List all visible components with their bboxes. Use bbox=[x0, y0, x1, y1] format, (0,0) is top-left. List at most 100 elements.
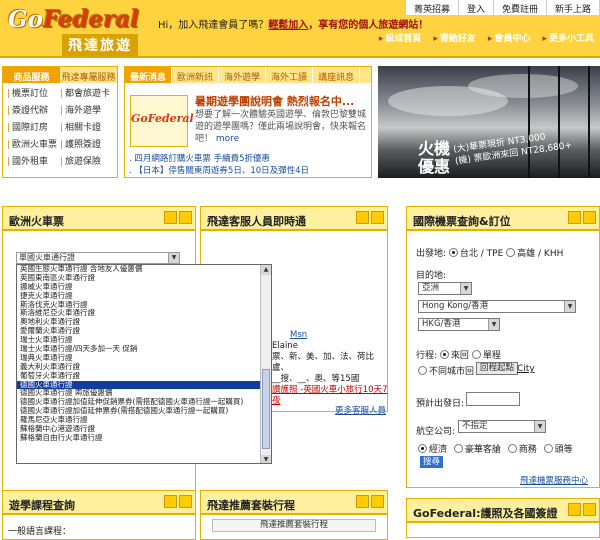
cabin-opt: 經濟 bbox=[429, 445, 448, 455]
panel-square-icon bbox=[164, 211, 177, 224]
panel-title: 飛達推薦套裝行程 bbox=[207, 499, 295, 512]
news-headline[interactable]: 暑期遊學團說明會 熱烈報名中... bbox=[195, 93, 354, 109]
departure-date-input[interactable] bbox=[466, 392, 520, 406]
service-item[interactable]: 海外遊學 bbox=[60, 103, 113, 116]
radio-taipei[interactable] bbox=[448, 248, 458, 257]
service-item[interactable]: 國外租車 bbox=[7, 154, 60, 167]
visa-panel: GoFederal:護照及各國簽證 bbox=[406, 498, 600, 538]
panel-square-icon bbox=[356, 211, 369, 224]
logo[interactable]: GoFederal 飛達旅遊 bbox=[6, 6, 154, 56]
service-item[interactable]: 簽證代辦 bbox=[7, 103, 60, 116]
service-item[interactable]: 旅遊保險 bbox=[60, 154, 113, 167]
subnav-share[interactable]: 寄給好友 bbox=[427, 30, 482, 44]
join-link[interactable]: 輕鬆加入 bbox=[268, 20, 308, 31]
tab-europe-news[interactable]: 歐洲新訊 bbox=[172, 67, 220, 83]
tab-work-abroad[interactable]: 海外工讀 bbox=[266, 67, 314, 83]
search-button[interactable]: 搜尋 bbox=[420, 456, 444, 468]
logo-wordmark: GoFederal bbox=[8, 6, 140, 33]
cs-coverage: 票、新、美、加、法、荷比盧、 bbox=[272, 352, 375, 373]
airport-value: HKG/香港 bbox=[422, 319, 461, 329]
chevron-down-icon: ▼ bbox=[534, 421, 545, 432]
trip-opt: 單程 bbox=[482, 351, 501, 361]
top-link-register[interactable]: 免費註冊 bbox=[494, 0, 547, 15]
radio-premium[interactable] bbox=[453, 444, 463, 453]
subnav-tools[interactable]: 更多小工具 bbox=[536, 30, 600, 44]
airline-select[interactable]: 不指定 ▼ bbox=[458, 420, 546, 433]
trip-label: 行程: bbox=[416, 351, 438, 361]
package-select[interactable]: 飛達推薦套裝行程 bbox=[212, 519, 376, 532]
promo-banner[interactable]: 火機 優惠 (大)華票現折 NT3,000 (機) 票歐洲來回 NT28,680+ bbox=[378, 66, 600, 178]
radio-roundtrip[interactable] bbox=[439, 350, 449, 359]
multi-label: 不同城市回 bbox=[429, 367, 475, 377]
msn-link[interactable]: Msn bbox=[272, 330, 388, 341]
chevron-down-icon: ▼ bbox=[564, 301, 575, 312]
tab-products[interactable]: 商品服務 bbox=[3, 67, 60, 83]
region-value: 亞洲 bbox=[422, 283, 440, 293]
depart-opt: 台北 / TPE bbox=[459, 249, 504, 259]
scrollbar-thumb[interactable] bbox=[262, 369, 270, 449]
news-item[interactable]: . 四月網路訂購火車票 手續費5折優惠 bbox=[129, 153, 369, 165]
dropdown-option[interactable]: 蘇格蘭自由行火車通行證 bbox=[17, 433, 271, 443]
tab-study-abroad[interactable]: 海外遊學 bbox=[219, 67, 267, 83]
service-item[interactable]: 歐洲火車票 bbox=[7, 137, 60, 150]
airline-label: 航空公司: bbox=[416, 427, 456, 437]
welcome-text: Hi，加入飛達會員了嗎？輕鬆加入，享有您的個人旅遊網站！ bbox=[158, 16, 428, 31]
city-link[interactable]: City bbox=[517, 364, 535, 374]
radio-business[interactable] bbox=[507, 444, 517, 453]
more-link[interactable]: more bbox=[216, 134, 239, 144]
radio-kaohsiung[interactable] bbox=[506, 248, 516, 257]
sub-nav: 設成首頁 寄給好友 會員中心 更多小工具 bbox=[373, 30, 600, 44]
panel-square-icon bbox=[371, 495, 384, 508]
panel-title: 遊學課程查詢 bbox=[9, 499, 75, 512]
scrollbar[interactable]: ▲ ▼ bbox=[260, 265, 271, 463]
airport-select[interactable]: HKG/香港 ▼ bbox=[418, 318, 500, 331]
service-box: 商品服務 飛達專屬服務 機票訂位 都會旅遊卡 簽證代辦 海外遊學 國際訂房 相關… bbox=[2, 66, 118, 178]
scroll-up-icon[interactable]: ▲ bbox=[261, 265, 271, 275]
logo-chinese: 飛達旅遊 bbox=[62, 34, 138, 56]
air-service-link[interactable]: 飛達機票服務中心 bbox=[520, 474, 588, 486]
service-item[interactable]: 護照簽證 bbox=[60, 137, 113, 150]
panel-square-icon bbox=[356, 495, 369, 508]
service-item[interactable]: 都會旅遊卡 bbox=[60, 86, 113, 99]
chevron-down-icon: ▼ bbox=[460, 283, 471, 294]
top-link-login[interactable]: 登入 bbox=[459, 0, 494, 15]
service-item[interactable]: 機票訂位 bbox=[7, 86, 60, 99]
airline-value: 不指定 bbox=[462, 421, 488, 431]
panel-square-icon bbox=[164, 495, 177, 508]
panel-square-icon bbox=[179, 495, 192, 508]
service-item[interactable]: 國際訂房 bbox=[7, 120, 60, 133]
tab-latest-news[interactable]: 最新消息 bbox=[125, 67, 173, 83]
tab-exclusive[interactable]: 飛達專屬服務 bbox=[60, 67, 117, 83]
radio-multicity[interactable] bbox=[418, 366, 427, 375]
radio-economy[interactable] bbox=[418, 444, 427, 453]
more-cs-link[interactable]: 更多客服人員 bbox=[335, 404, 386, 416]
cs-coverage: __搜、__、奧、等15國 bbox=[272, 374, 360, 384]
radio-oneway[interactable] bbox=[471, 350, 481, 359]
top-link-recruit[interactable]: 菁英招募 bbox=[406, 0, 459, 15]
radio-first[interactable] bbox=[543, 444, 553, 453]
scroll-down-icon[interactable]: ▼ bbox=[261, 455, 271, 463]
tab-seminars[interactable]: 講座訊息 bbox=[313, 67, 361, 83]
return-point-button[interactable]: 回程起點 bbox=[476, 362, 519, 375]
subnav-homepage[interactable]: 設成首頁 bbox=[373, 30, 428, 44]
rail-pass-select[interactable]: 單國火車通行證 ▼ bbox=[16, 252, 180, 264]
trip-opt: 來回 bbox=[450, 351, 469, 361]
rail-pass-dropdown[interactable]: 英國生態火車通行證 含地友人優惠價 英國東南區火車通行證 挪威火車通行證 捷克火車通行… bbox=[16, 264, 272, 464]
cs-content: Msn Elaine 票、新、美、加、法、荷比盧、 __搜、__、奧、等15國 … bbox=[272, 330, 388, 407]
top-link-newbie[interactable]: 新手上路 bbox=[547, 0, 600, 15]
utility-pole bbox=[558, 66, 560, 178]
panel-title: GoFederal:護照及各國簽證 bbox=[413, 507, 558, 520]
cabin-opt: 頭等 bbox=[554, 445, 573, 455]
news-thumbnail[interactable]: GoFederal bbox=[130, 95, 194, 147]
depart-label: 出發地: bbox=[416, 249, 447, 259]
subnav-member[interactable]: 會員中心 bbox=[482, 30, 537, 44]
region-select[interactable]: 亞洲 ▼ bbox=[418, 282, 472, 295]
city-select[interactable]: Hong Kong/香港 ▼ bbox=[418, 300, 576, 313]
service-item[interactable]: 相關卡證 bbox=[60, 120, 113, 133]
news-item[interactable]: . 【日本】停售關東周遊券5日、10日及彈性4日 bbox=[129, 165, 369, 177]
rail-select-value: 單國火車通行證 bbox=[19, 253, 75, 262]
utility-pole bbox=[528, 66, 530, 178]
service-list: 機票訂位 都會旅遊卡 簽證代辦 海外遊學 國際訂房 相關卡證 歐洲火車票 護照簽… bbox=[3, 83, 117, 170]
date-label: 預計出發日: bbox=[416, 399, 465, 409]
multi-city-row: 不同城市回 bbox=[418, 364, 474, 377]
